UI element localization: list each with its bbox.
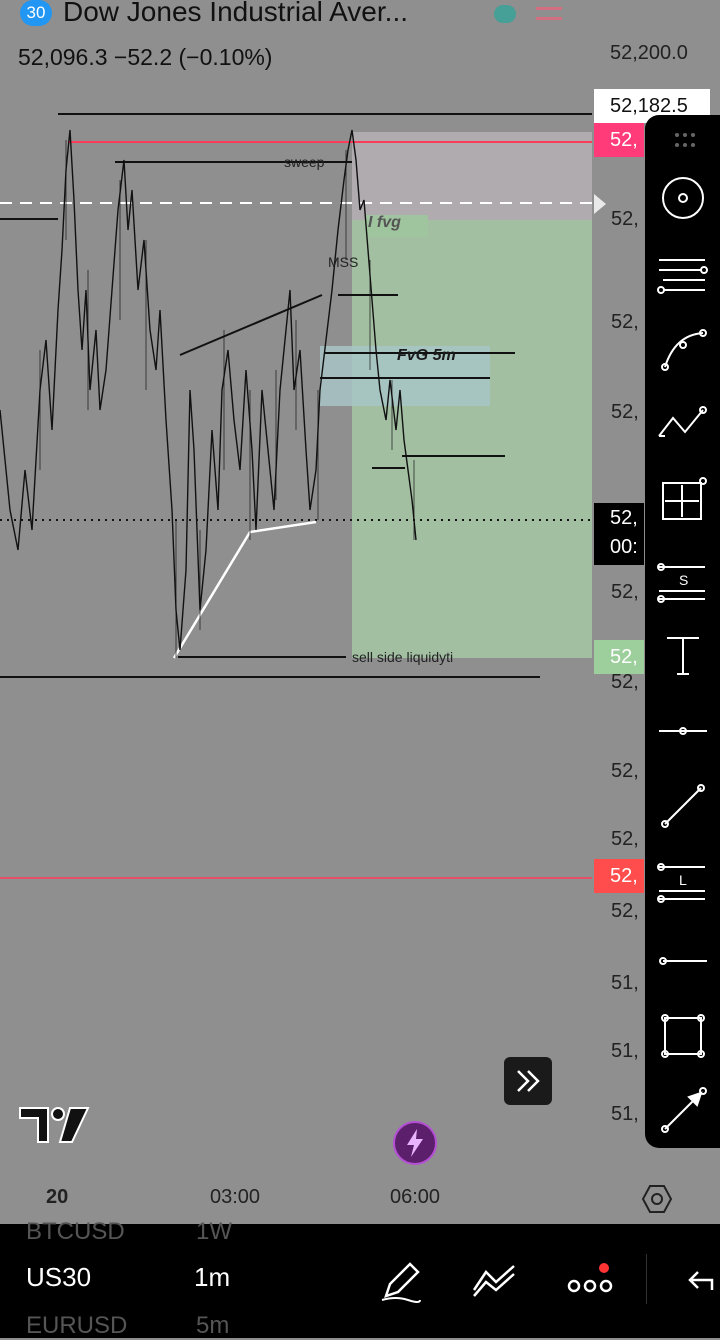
tradingview-logo <box>19 1107 90 1143</box>
curve-tool-icon[interactable] <box>655 325 711 377</box>
bottom-bar: BTCUSD US30 EURUSD 1W 1m 5m <box>0 1218 720 1340</box>
fvg-label[interactable]: I fvg <box>368 214 401 232</box>
fvg-5m-label[interactable]: FvG 5m <box>397 347 456 365</box>
axis-label: 51, <box>611 1103 639 1125</box>
stop-price-tag: 52, <box>594 859 644 893</box>
divider <box>646 1254 647 1304</box>
interval-prev[interactable]: 1W <box>196 1218 232 1246</box>
axis-label: 52, <box>611 401 639 423</box>
axis-label: 51, <box>611 1040 639 1062</box>
settings-icon[interactable] <box>640 1182 674 1216</box>
market-status-icon <box>494 5 516 23</box>
axis-label: 51, <box>611 972 639 994</box>
last-price-tag: 52, <box>594 503 644 533</box>
back-arrow-icon[interactable] <box>686 1264 714 1296</box>
chart-style-icon[interactable] <box>470 1260 520 1300</box>
parallel-lines-icon[interactable] <box>655 250 711 302</box>
text-tool-icon[interactable] <box>655 630 711 682</box>
horizontal-line-icon[interactable] <box>655 935 711 987</box>
target-price-tag: 52, <box>594 640 644 674</box>
price-change: 52,096.3 −52.2 (−0.10%) <box>18 44 273 70</box>
interval-picker[interactable]: 1m <box>194 1262 230 1293</box>
svg-text:S: S <box>679 572 688 588</box>
interval-next[interactable]: 5m <box>196 1312 229 1340</box>
target-zone <box>352 220 592 658</box>
premium-zone <box>352 132 592 220</box>
sweep-label[interactable]: sweep <box>284 154 324 170</box>
axis-label: 52, <box>611 208 639 230</box>
axis-label: 52, <box>611 900 639 922</box>
hamburger-icon[interactable] <box>536 4 562 24</box>
chevron-right-icon <box>594 194 606 214</box>
timeframe-badge[interactable]: 30 <box>20 0 52 26</box>
crosshair-box-icon[interactable] <box>655 475 711 527</box>
trend-angle-icon[interactable] <box>655 400 711 452</box>
horizontal-ray-icon[interactable] <box>655 705 711 757</box>
cursor-icon[interactable] <box>655 172 711 224</box>
mss-label[interactable]: MSS <box>328 254 358 270</box>
drag-handle-icon[interactable] <box>655 125 711 155</box>
chart-canvas[interactable] <box>0 90 640 1168</box>
symbol-title[interactable]: Dow Jones Industrial Aver... <box>63 0 408 28</box>
pencil-icon[interactable] <box>378 1256 422 1304</box>
bolt-button[interactable] <box>393 1121 437 1165</box>
symbol-next[interactable]: EURUSD <box>26 1312 127 1340</box>
rectangle-tool-icon[interactable] <box>655 1010 711 1062</box>
price-chart[interactable]: sweep I fvg MSS FvG 5m sell side liquidy… <box>0 90 640 1168</box>
lightning-icon <box>407 1129 423 1157</box>
time-label: 20 <box>46 1186 69 1208</box>
alert-price-tag: 52, <box>594 123 644 157</box>
axis-label: 52,200.0 <box>610 42 688 64</box>
symbol-picker[interactable]: US30 <box>26 1262 91 1293</box>
sell-side-liquidity-label[interactable]: sell side liquidyti <box>352 649 453 665</box>
time-axis[interactable]: 20 03:00 06:00 <box>0 1172 720 1224</box>
axis-label: 52, <box>611 828 639 850</box>
drawing-toolbar: S L <box>645 115 720 1148</box>
svg-text:L: L <box>679 872 687 888</box>
axis-label: 52, <box>611 671 639 693</box>
trend-line-icon[interactable] <box>655 780 711 832</box>
symbol-prev[interactable]: BTCUSD <box>26 1218 125 1246</box>
fib-tool-icon[interactable]: S <box>655 555 711 607</box>
double-chevron-right-icon <box>517 1070 540 1092</box>
arrow-tool-icon[interactable] <box>655 1085 711 1137</box>
long-position-icon[interactable]: L <box>655 855 711 907</box>
more-options-icon[interactable] <box>566 1262 614 1298</box>
axis-label: 52, <box>611 581 639 603</box>
axis-label: 52, <box>611 311 639 333</box>
countdown-tag: 00: <box>594 533 644 565</box>
expand-button[interactable] <box>504 1057 552 1105</box>
time-label: 03:00 <box>210 1186 261 1208</box>
axis-label: 52, <box>611 760 639 782</box>
time-label: 06:00 <box>390 1186 441 1208</box>
